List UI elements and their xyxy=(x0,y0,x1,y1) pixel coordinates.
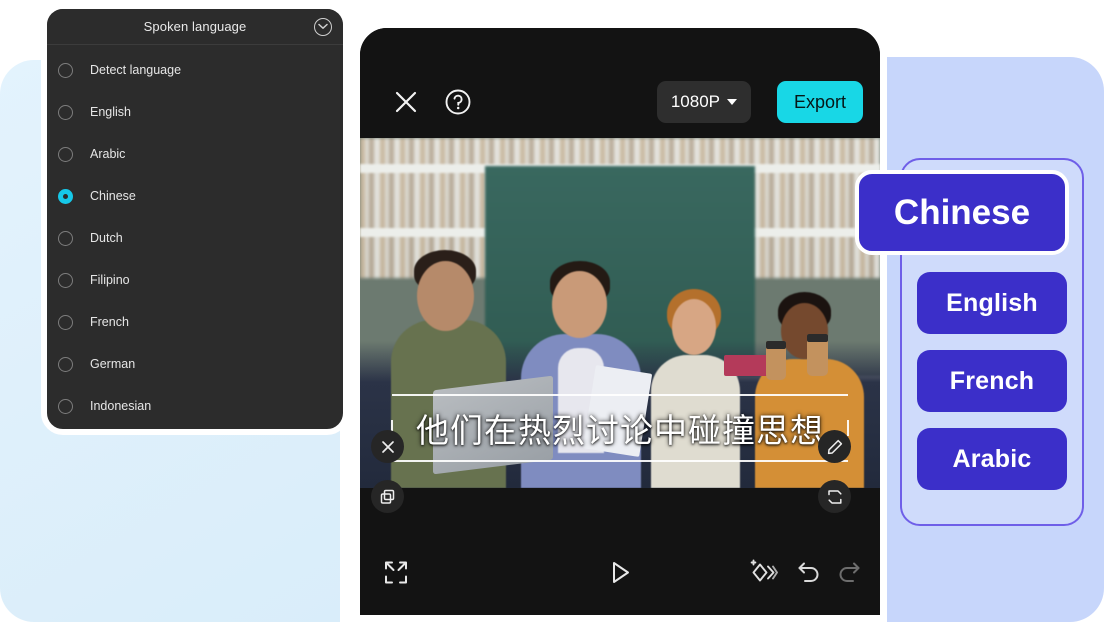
language-option-label: Filipino xyxy=(90,273,130,287)
language-option-label: Dutch xyxy=(90,231,123,245)
resolution-label: 1080P xyxy=(670,92,720,111)
language-button-english[interactable]: English xyxy=(917,272,1067,334)
editor-toolbar: 1080P Export xyxy=(360,28,880,138)
radio-unselected-icon[interactable] xyxy=(58,356,73,372)
radio-unselected-icon[interactable] xyxy=(58,104,73,120)
subtitle-selection-box[interactable]: 他们在热烈讨论中碰撞思想 xyxy=(392,394,848,462)
redo-icon[interactable] xyxy=(836,562,862,589)
language-option-detect-language[interactable]: Detect language xyxy=(47,49,343,91)
language-option-arabic[interactable]: Arabic xyxy=(47,133,343,175)
radio-unselected-icon[interactable] xyxy=(58,398,73,414)
caret-down-icon xyxy=(727,99,737,105)
subtitle-text: 他们在热烈讨论中碰撞思想 xyxy=(416,412,824,449)
dropdown-title: Spoken language xyxy=(143,19,247,34)
expand-icon[interactable] xyxy=(383,560,409,591)
language-option-list: Detect language English Arabic Chinese Dutch… xyxy=(47,45,343,427)
language-option-label: Arabic xyxy=(90,147,126,161)
language-option-label: German xyxy=(90,357,136,371)
delete-subtitle-handle[interactable] xyxy=(371,430,404,463)
language-option-label: English xyxy=(90,105,131,119)
language-option-english[interactable]: English xyxy=(47,91,343,133)
video-preview[interactable]: 他们在热烈讨论中碰撞思想 xyxy=(360,138,880,488)
language-option-indonesian[interactable]: Indonesian xyxy=(47,385,343,427)
help-circle-icon[interactable] xyxy=(444,88,472,116)
radio-unselected-icon[interactable] xyxy=(58,146,73,162)
language-option-label: Chinese xyxy=(90,189,136,203)
language-button-arabic[interactable]: Arabic xyxy=(917,428,1067,490)
language-option-filipino[interactable]: Filipino xyxy=(47,259,343,301)
video-editor-phone: 1080P Export 他们在热烈讨论中碰撞思想 xyxy=(353,21,887,622)
language-option-label: Detect language xyxy=(90,63,182,77)
radio-unselected-icon[interactable] xyxy=(58,272,73,288)
export-button[interactable]: Export xyxy=(776,81,863,123)
radio-selected-icon[interactable] xyxy=(58,188,73,204)
replace-subtitle-handle[interactable] xyxy=(818,480,851,513)
play-icon[interactable] xyxy=(606,559,634,592)
page-root: Spoken language Detect language English Ar… xyxy=(0,0,1104,622)
magic-wand-icon[interactable] xyxy=(750,559,778,591)
language-option-chinese[interactable]: Chinese xyxy=(47,175,343,217)
language-option-dutch[interactable]: Dutch xyxy=(47,217,343,259)
editor-bottom-bar xyxy=(360,535,880,615)
close-icon[interactable] xyxy=(392,88,420,116)
chevron-down-circle-icon[interactable] xyxy=(314,17,332,36)
dropdown-header: Spoken language xyxy=(47,9,343,45)
language-option-french[interactable]: French xyxy=(47,301,343,343)
spoken-language-dropdown: Spoken language Detect language English Ar… xyxy=(41,3,349,435)
radio-unselected-icon[interactable] xyxy=(58,230,73,246)
language-option-label: Indonesian xyxy=(90,399,152,413)
language-option-german[interactable]: German xyxy=(47,343,343,385)
language-option-label: French xyxy=(90,315,129,329)
radio-unselected-icon[interactable] xyxy=(58,314,73,330)
undo-icon[interactable] xyxy=(796,562,822,589)
language-button-french[interactable]: French xyxy=(917,350,1067,412)
radio-unselected-icon[interactable] xyxy=(58,62,73,78)
resolution-selector[interactable]: 1080P xyxy=(656,81,751,123)
edit-subtitle-handle[interactable] xyxy=(818,430,851,463)
language-button-chinese-active[interactable]: Chinese xyxy=(855,170,1069,255)
duplicate-subtitle-handle[interactable] xyxy=(371,480,404,513)
